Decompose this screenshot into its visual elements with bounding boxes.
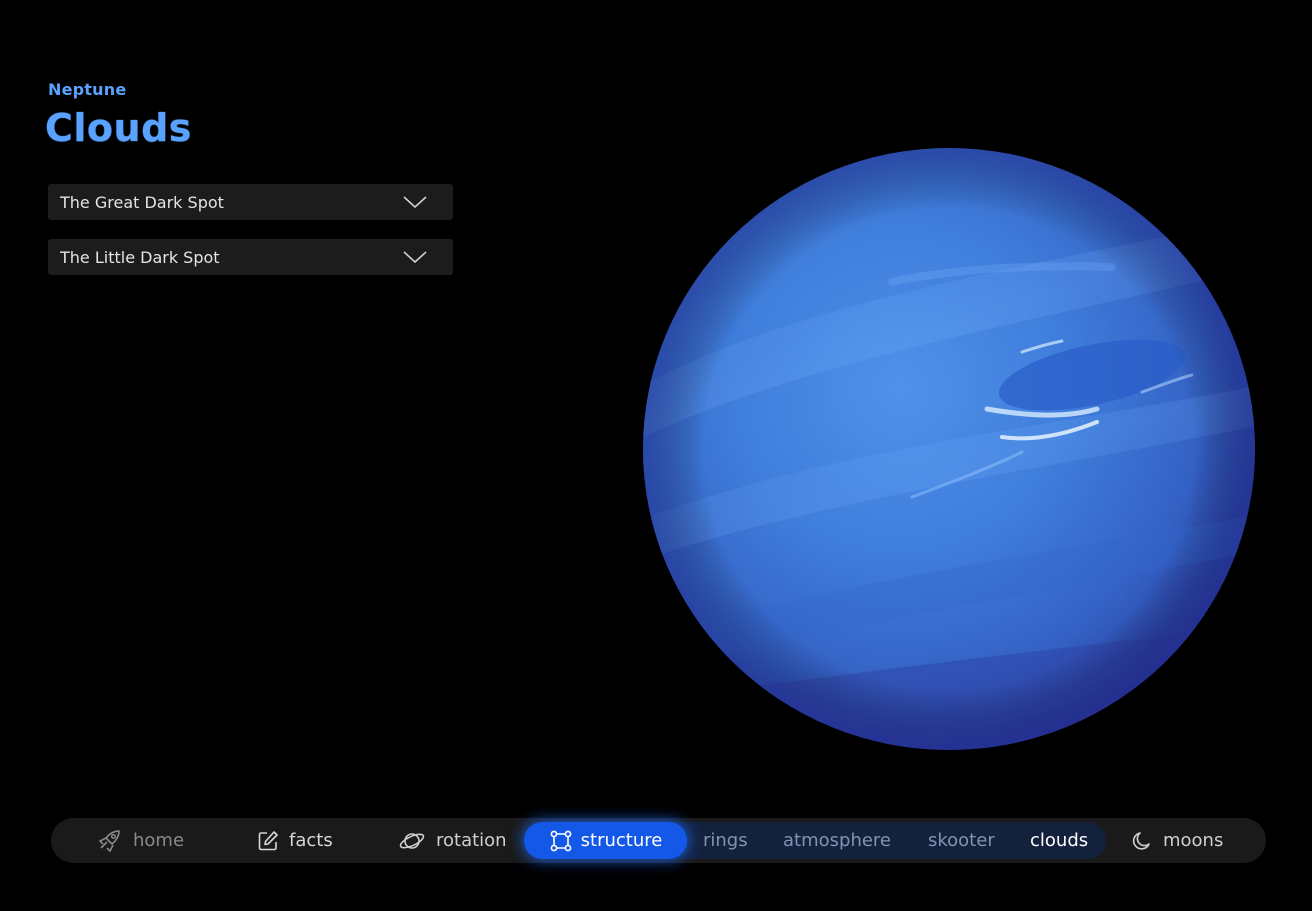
nav-label: structure [580, 830, 663, 851]
nav-rotation[interactable]: rotation [398, 818, 507, 863]
nav-moons[interactable]: moons [1131, 818, 1223, 863]
nav-label: skooter [928, 830, 995, 851]
moon-icon [1132, 831, 1150, 850]
nav-label: rings [703, 830, 748, 851]
rocket-icon [99, 829, 120, 852]
nav-home[interactable]: home [97, 818, 184, 863]
accordion-label: The Great Dark Spot [60, 192, 224, 212]
planet-kicker: Neptune [48, 80, 127, 99]
structure-subnav: structure rings atmosphere skooter cloud… [524, 822, 1106, 859]
subnav-atmosphere[interactable]: atmosphere [783, 822, 891, 859]
nav-label: atmosphere [783, 830, 891, 851]
nav-label: home [133, 830, 185, 851]
structure-icon [550, 830, 572, 851]
nav-label: rotation [436, 830, 507, 851]
neptune-planet[interactable] [642, 147, 1256, 751]
nav-structure[interactable]: structure [524, 822, 687, 859]
accordion-label: The Little Dark Spot [60, 247, 220, 267]
planet-icon [399, 832, 425, 849]
subnav-skooter[interactable]: skooter [928, 822, 995, 859]
accordion-little-dark-spot[interactable]: The Little Dark Spot [48, 239, 453, 275]
nav-facts[interactable]: facts [257, 818, 333, 863]
chevron-down-icon [403, 251, 427, 264]
bottom-navigation: home facts rotation structure rings atmo… [51, 818, 1266, 863]
nav-label: clouds [1030, 830, 1089, 851]
subnav-clouds[interactable]: clouds [1030, 822, 1088, 859]
nav-label: facts [289, 830, 333, 851]
edit-icon [258, 830, 278, 850]
subnav-rings[interactable]: rings [703, 822, 748, 859]
planet-image [643, 148, 1255, 750]
nav-label: moons [1163, 830, 1224, 851]
page-title: Clouds [45, 106, 192, 150]
accordion-great-dark-spot[interactable]: The Great Dark Spot [48, 184, 453, 220]
chevron-down-icon [403, 196, 427, 209]
